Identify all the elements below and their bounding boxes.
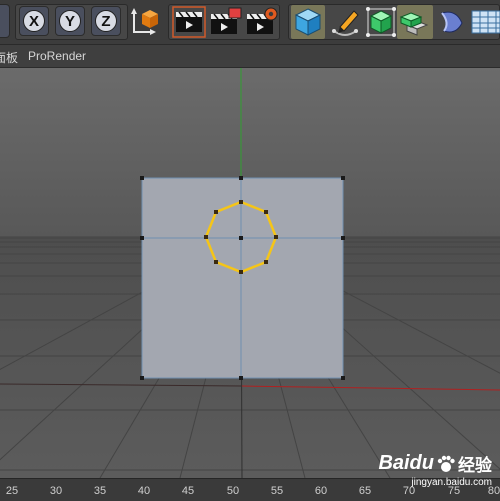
baidu-jingyan-watermark: Baidu 经验 jingyan.baidu.com [378,451,492,488]
watermark-brand: Baidu [378,452,434,474]
deformer-icon[interactable] [436,5,468,39]
floor-icon[interactable] [470,5,500,39]
x-axis-lock-button[interactable]: X [19,6,49,36]
menu-prorender[interactable]: ProRender [28,49,86,63]
paw-logo-icon [437,455,455,472]
ruler-label: 25 [5,485,19,497]
ruler-label: 45 [181,485,195,497]
plane-object[interactable] [140,176,345,380]
cube-icon[interactable] [291,5,325,39]
viewport-scene[interactable] [0,68,500,478]
ruler-label: 30 [49,485,63,497]
ruler-label: 60 [314,485,328,497]
3d-viewport[interactable] [0,68,500,478]
ruler-label: 35 [93,485,107,497]
ruler-label: 40 [137,485,151,497]
render-settings-icon[interactable] [245,6,279,38]
array-icon[interactable] [397,5,433,39]
render-to-picture-viewer-icon[interactable] [209,6,243,38]
z-axis-lock-icon: Z [95,10,117,32]
subdivision-surface-icon[interactable] [364,5,398,39]
z-axis-lock-button[interactable]: Z [91,6,121,36]
watermark-url: jingyan.baidu.com [411,477,492,488]
plane-face[interactable] [141,177,344,379]
menu-panel[interactable]: 面板 [0,49,18,66]
toolbar-edge-button[interactable] [0,4,10,38]
watermark-sub-brand: 经验 [458,456,492,475]
main-toolbar: X Y Z [0,0,500,45]
viewport-menubar: 面板 ProRender [0,45,500,68]
y-axis-lock-icon: Y [59,10,81,32]
pen-spline-icon[interactable] [328,5,362,39]
y-axis-lock-button[interactable]: Y [55,6,85,36]
coordinate-system-icon[interactable] [128,6,160,38]
ruler-label: 65 [358,485,372,497]
ruler-label: 55 [270,485,284,497]
x-axis-lock-icon: X [23,10,45,32]
ruler-label: 50 [226,485,240,497]
render-view-icon[interactable] [172,6,206,38]
